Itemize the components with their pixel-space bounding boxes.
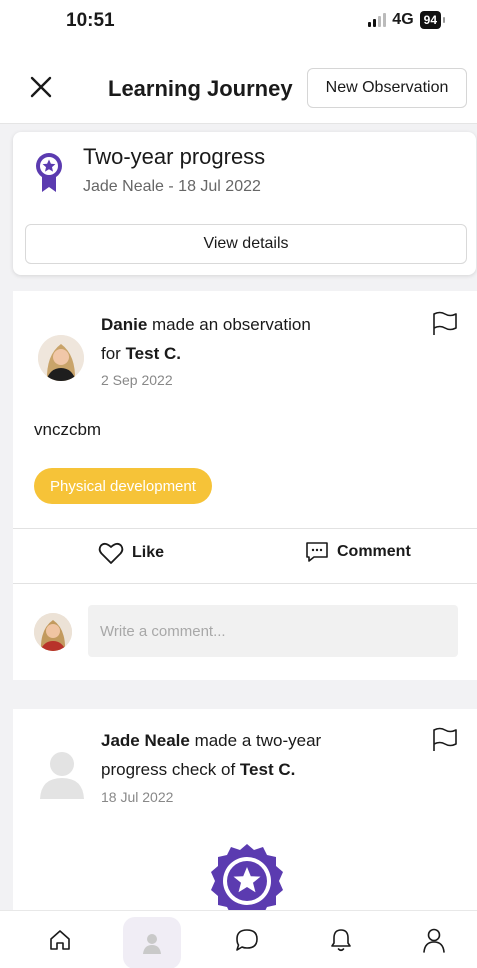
observation-card: Danie made an observation for Test C. 2 … bbox=[13, 291, 477, 680]
development-area-tag[interactable]: Physical development bbox=[34, 468, 212, 504]
observation-text: vnczcbm bbox=[34, 420, 102, 439]
nav-notifications[interactable] bbox=[316, 911, 366, 968]
view-details-button[interactable]: View details bbox=[25, 224, 467, 264]
check-date: 18 Jul 2022 bbox=[101, 789, 174, 805]
child-profile-icon bbox=[143, 934, 161, 954]
observation-header-line2: for Test C. bbox=[101, 344, 181, 364]
flag-icon[interactable] bbox=[431, 727, 459, 753]
check-action: made a two-year bbox=[189, 731, 322, 750]
progress-title: Two-year progress bbox=[83, 144, 266, 169]
status-indicators: 4G 94 bbox=[368, 11, 446, 29]
home-icon bbox=[50, 930, 70, 950]
bell-icon bbox=[331, 929, 351, 952]
status-time: 10:51 bbox=[66, 10, 115, 31]
progress-check-card: Jade Neale made a two-year progress chec… bbox=[13, 709, 477, 919]
check-author[interactable]: Jade Neale bbox=[101, 731, 190, 750]
default-avatar-icon bbox=[40, 752, 84, 799]
page-title: Learning Journey bbox=[108, 76, 293, 101]
signal-icon bbox=[368, 13, 387, 27]
flag-icon[interactable] bbox=[431, 311, 459, 337]
divider bbox=[13, 528, 477, 529]
avatar bbox=[34, 613, 72, 651]
award-icon bbox=[36, 153, 62, 192]
nav-home[interactable] bbox=[35, 911, 85, 968]
progress-subtitle: Jade Neale - 18 Jul 2022 bbox=[83, 178, 261, 195]
battery-indicator: 94 bbox=[419, 11, 446, 29]
chat-icon bbox=[236, 929, 258, 951]
observation-for: for bbox=[101, 344, 126, 363]
bottom-navigation bbox=[0, 910, 477, 968]
heart-icon bbox=[98, 542, 124, 564]
status-bar: 10:51 4G 94 bbox=[0, 0, 477, 44]
observation-header-line1: Danie made an observation bbox=[101, 315, 311, 335]
comment-icon bbox=[306, 542, 328, 562]
observation-date: 2 Sep 2022 bbox=[101, 372, 173, 388]
comment-button[interactable]: Comment bbox=[305, 541, 411, 563]
nav-profile[interactable] bbox=[409, 911, 459, 968]
user-icon bbox=[423, 928, 445, 953]
like-label: Like bbox=[132, 544, 165, 561]
avatar bbox=[38, 335, 84, 381]
divider bbox=[13, 583, 477, 584]
award-icon bbox=[211, 844, 283, 918]
check-line2-text: progress check of bbox=[101, 760, 240, 779]
screen: 10:51 4G 94 Learning Journey New Observa… bbox=[0, 0, 477, 968]
new-observation-button[interactable]: New Observation bbox=[307, 68, 467, 108]
nav-child-profile[interactable] bbox=[123, 917, 181, 968]
observation-author[interactable]: Danie bbox=[101, 315, 147, 334]
comment-input[interactable] bbox=[88, 605, 458, 657]
like-button[interactable]: Like bbox=[98, 541, 164, 565]
progress-summary-card: Two-year progress Jade Neale - 18 Jul 20… bbox=[13, 132, 476, 275]
observation-child[interactable]: Test C. bbox=[126, 344, 181, 363]
check-header-line1: Jade Neale made a two-year bbox=[101, 731, 321, 751]
header: Learning Journey New Observation bbox=[0, 44, 477, 124]
check-header-line2: progress check of Test C. bbox=[101, 760, 295, 780]
check-child[interactable]: Test C. bbox=[240, 760, 295, 779]
nav-messages[interactable] bbox=[222, 911, 272, 968]
network-type: 4G bbox=[392, 11, 414, 28]
observation-action: made an observation bbox=[147, 315, 311, 334]
close-icon[interactable] bbox=[28, 74, 54, 100]
comment-label: Comment bbox=[337, 543, 411, 560]
